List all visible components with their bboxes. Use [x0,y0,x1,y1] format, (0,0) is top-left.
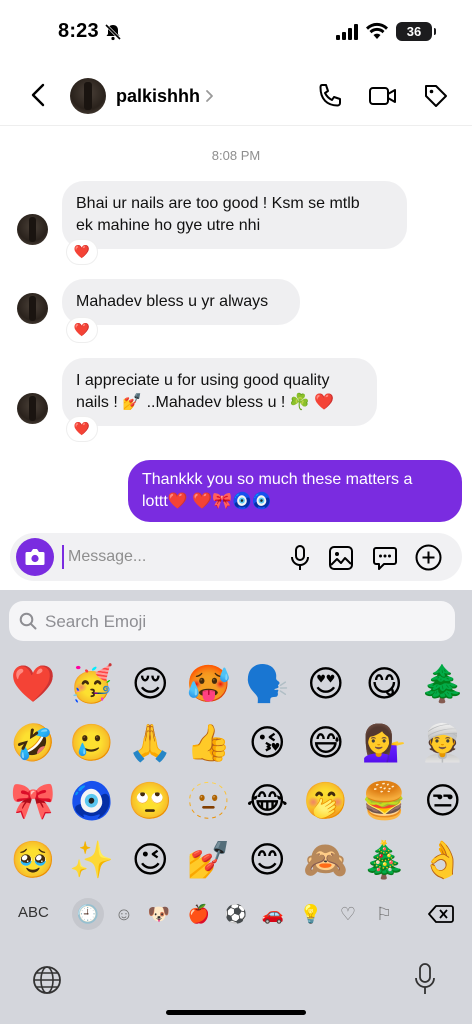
emoji-key[interactable]: 🧿 [63,773,122,832]
emoji-search-field[interactable]: Search Emoji [9,601,455,641]
emoji-key[interactable]: 😅 [297,715,356,774]
bell-slash-icon [104,23,122,41]
emoji-key[interactable]: 😒 [414,773,472,832]
emoji-key[interactable]: 🙄 [121,773,180,832]
message-line: nails ! 💅 ..Mahadev bless u ! ☘️ ❤️ [76,394,335,411]
incoming-message[interactable]: Bhai ur nails are too good ! Ksm se mtlb… [62,181,407,249]
symbols-icon[interactable]: ♡ [336,902,360,926]
home-indicator[interactable] [166,1010,306,1015]
objects-icon[interactable]: 💡 [299,902,323,926]
heart-reaction[interactable]: ❤️ [67,318,97,342]
video-camera-icon[interactable] [368,82,398,110]
emoji-key[interactable]: 🥲 [63,715,122,774]
delete-key-icon[interactable] [428,904,454,924]
back-arrow-icon[interactable] [26,82,52,108]
emoji-key[interactable]: 👌 [414,832,472,891]
outgoing-message[interactable]: Thankkk you so much these matters a lott… [128,460,462,522]
message-line: Bhai ur nails are too good ! Ksm se mtlb [76,195,360,212]
incoming-message[interactable]: Mahadev bless u yr always [62,279,300,325]
incoming-message[interactable]: I appreciate u for using good quality na… [62,358,377,426]
avatar[interactable] [70,78,106,114]
emoji-key[interactable]: 🥵 [180,656,239,715]
emoji-key[interactable]: 🎄 [355,832,414,891]
message-line: Mahadev bless u yr always [76,293,269,310]
camera-button[interactable] [16,538,54,576]
globe-icon[interactable] [32,965,62,995]
wifi-icon [366,22,388,39]
emoji-key[interactable]: 🤭 [297,773,356,832]
tag-icon[interactable] [422,82,450,110]
message-timestamp: 8:08 PM [211,148,261,163]
smiley-icon[interactable]: ☺ [112,902,136,926]
emoji-category-bar: ABC 🕘 ☺ 🐶 🍎 ⚽ 🚗 💡 ♡ ⚐ [0,898,472,930]
status-time: 8:23 [58,20,99,42]
emoji-key[interactable]: 😌 [121,656,180,715]
emoji-key[interactable]: 🥹 [4,832,63,891]
emoji-key[interactable]: ❤️ [4,656,63,715]
emoji-key[interactable]: 🥳 [63,656,122,715]
message-line: I appreciate u for using good quality [76,372,330,389]
message-line: lottt❤️ ❤️🎀🧿🧿 [142,493,272,510]
emoji-key[interactable]: 🍔 [355,773,414,832]
message-composer [10,533,462,581]
emoji-search-placeholder: Search Emoji [45,612,147,631]
phone-icon[interactable] [316,82,344,110]
contact-name[interactable]: palkishhh [116,86,200,107]
search-icon [19,612,37,630]
emoji-key[interactable]: 👍 [180,715,239,774]
emoji-key[interactable]: 🌲 [414,656,472,715]
message-input[interactable] [62,545,262,569]
emoji-key[interactable]: 🤣 [4,715,63,774]
emoji-key[interactable]: 😊 [238,832,297,891]
add-plus-icon[interactable] [415,544,442,571]
emoji-key[interactable]: 💅 [180,832,239,891]
emoji-key[interactable]: 🫥 [180,773,239,832]
microphone-icon[interactable] [288,545,312,571]
emoji-key[interactable]: 😋 [355,656,414,715]
heart-reaction[interactable]: ❤️ [67,240,97,264]
avatar[interactable] [17,293,48,324]
battery-indicator: 36 [396,22,436,41]
camera-icon [25,549,45,565]
emoji-key[interactable]: 😘 [238,715,297,774]
emoji-key[interactable]: 😍 [297,656,356,715]
status-bar: 8:23 36 [0,0,472,64]
emoji-keyboard: Search Emoji ❤️ 🥳 😌 🥵 🗣️ 😍 😋 🌲 🤣 🥲 🙏 👍 😘 😅 💁‍♀️ 👳 🎀 🧿 🙄 🫥 😂 🤭… [0,590,472,1024]
emoji-key[interactable]: 💁‍♀️ [355,715,414,774]
emoji-key[interactable]: 🗣️ [238,656,297,715]
flags-icon[interactable]: ⚐ [372,902,396,926]
emoji-key[interactable]: 😂 [238,773,297,832]
chat-header: palkishhh [0,64,472,126]
clock-icon[interactable]: 🕘 [76,902,100,926]
emoji-key[interactable]: 🙈 [297,832,356,891]
message-line: ek mahine ho gye utre nhi [76,217,261,234]
emoji-grid: ❤️ 🥳 😌 🥵 🗣️ 😍 😋 🌲 🤣 🥲 🙏 👍 😘 😅 💁‍♀️ 👳 🎀 🧿 🙄 🫥 😂 🤭 🍔 😒 🥹 ✨ 😉 💅 😊 🙈 🎄 👌 [4,656,472,891]
emoji-key[interactable]: 😉 [121,832,180,891]
abc-key[interactable]: ABC [18,904,49,921]
dictation-microphone-icon[interactable] [414,963,436,995]
travel-icon[interactable]: 🚗 [261,902,285,926]
avatar[interactable] [17,393,48,424]
emoji-key[interactable]: 👳 [414,715,472,774]
emoji-key[interactable]: 🙏 [121,715,180,774]
cellular-signal-icon [336,24,358,40]
chat-sticker-icon[interactable] [372,545,398,571]
avatar[interactable] [17,214,48,245]
emoji-key[interactable]: 🎀 [4,773,63,832]
heart-reaction[interactable]: ❤️ [67,417,97,441]
food-icon[interactable]: 🍎 [187,902,211,926]
activity-icon[interactable]: ⚽ [224,902,248,926]
animal-icon[interactable]: 🐶 [147,902,171,926]
emoji-key[interactable]: ✨ [63,832,122,891]
photo-gallery-icon[interactable] [328,545,354,571]
message-line: Thankkk you so much these matters a [142,471,413,488]
chevron-right-icon[interactable] [204,89,216,103]
